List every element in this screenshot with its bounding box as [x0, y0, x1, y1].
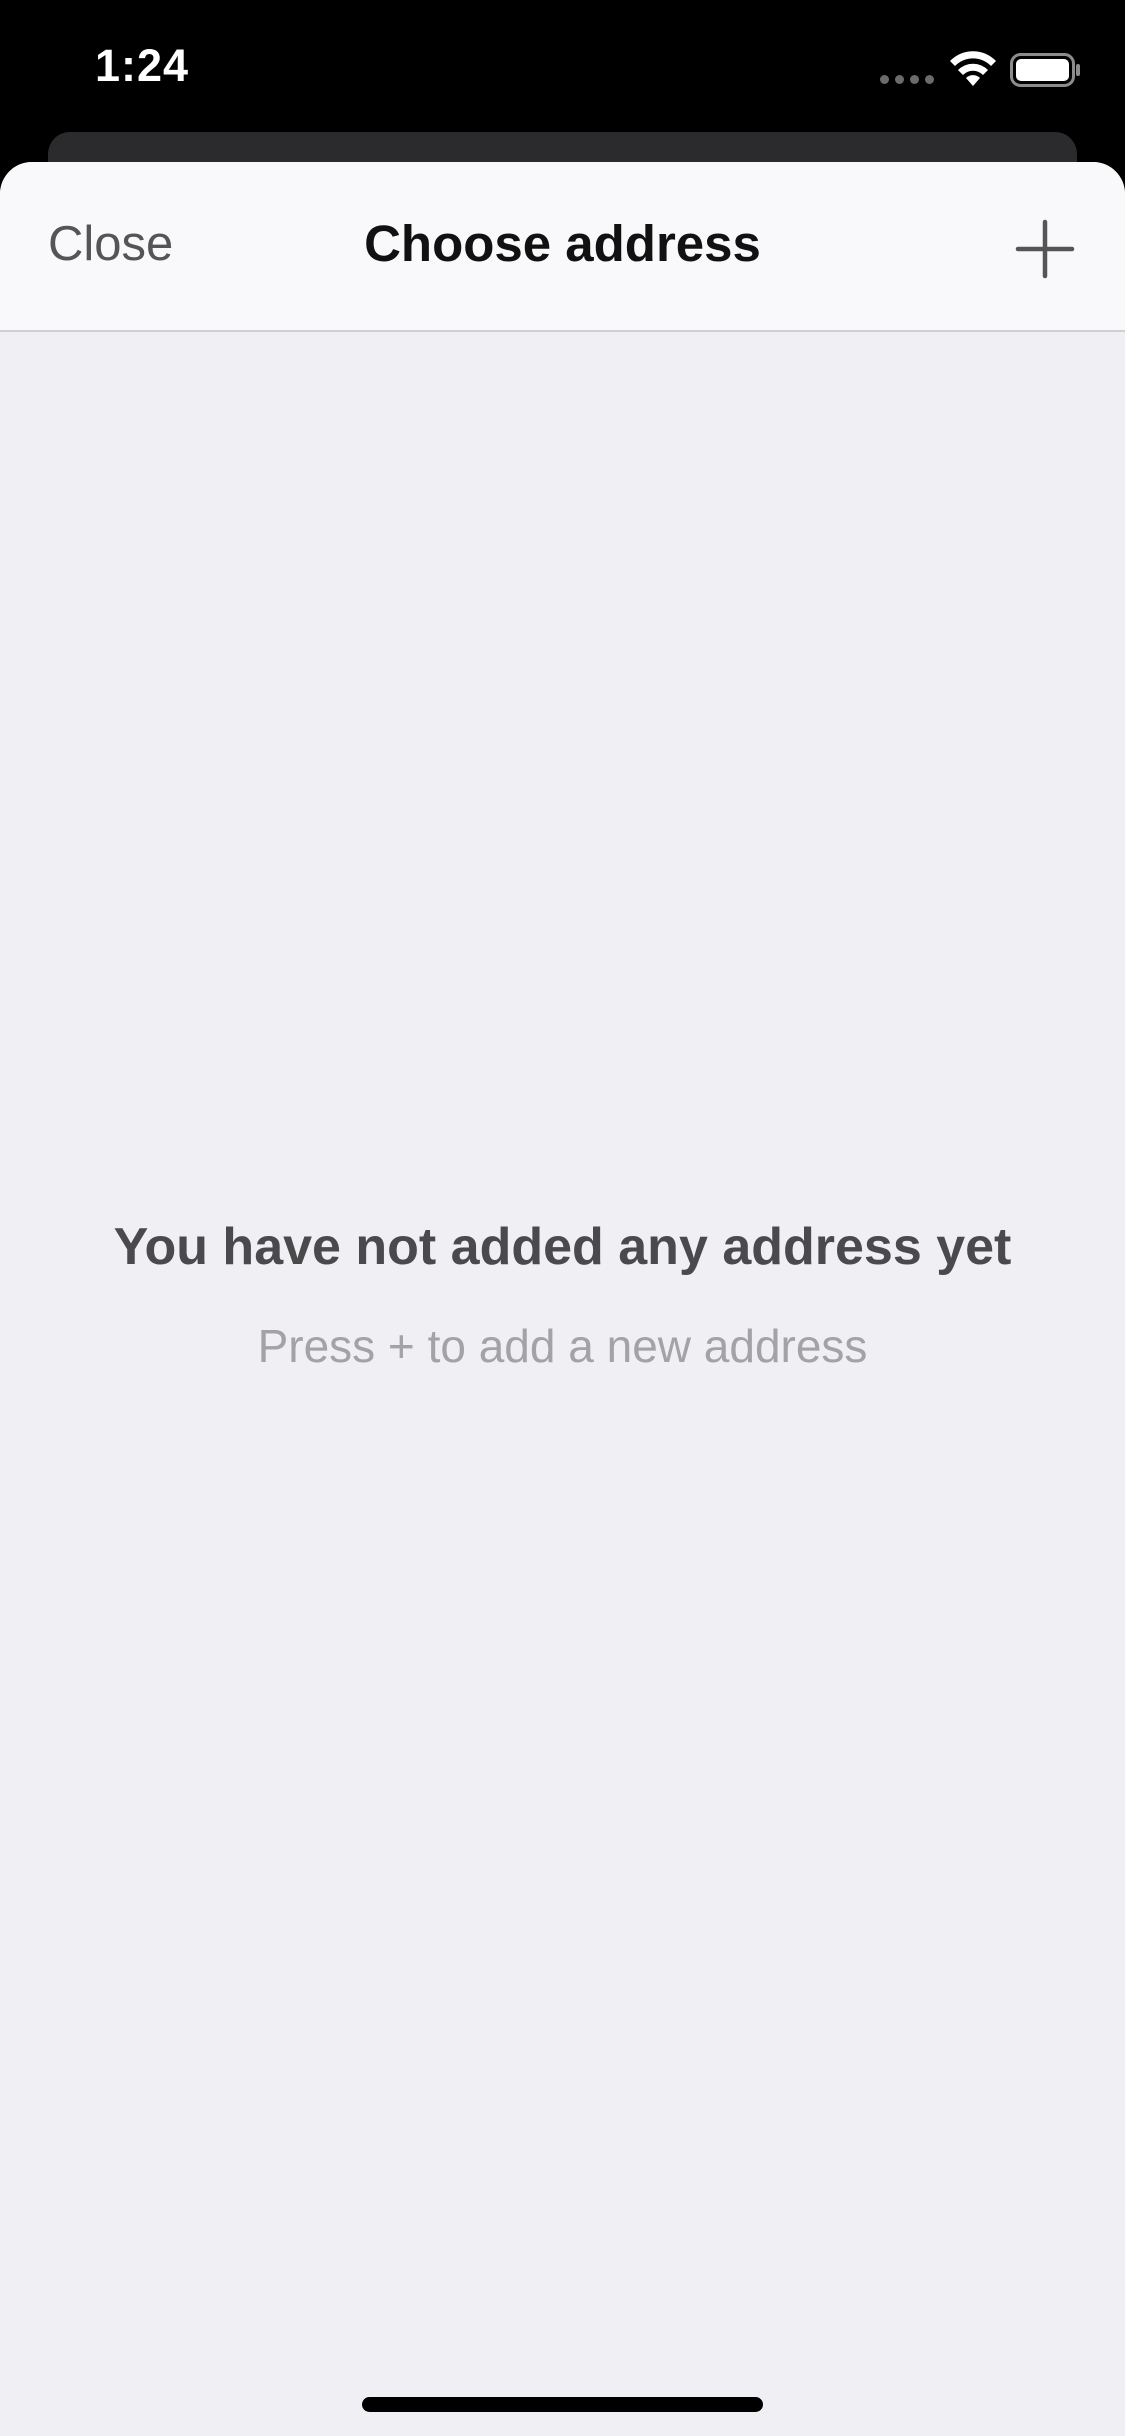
page-title: Choose address: [364, 215, 761, 272]
address-sheet: Close Choose address You have not added …: [0, 162, 1125, 2436]
battery-icon: [1010, 53, 1080, 87]
empty-state: You have not added any address yet Press…: [0, 1217, 1125, 1373]
wifi-icon: [950, 51, 996, 86]
status-time: 1:24: [95, 40, 190, 91]
screen: 1:24 Close Choose address You have not a…: [0, 0, 1125, 2436]
nav-bar: Close Choose address: [0, 162, 1125, 332]
empty-state-subtitle: Press + to add a new address: [257, 1320, 868, 1372]
plus-icon[interactable]: [1012, 216, 1078, 282]
home-indicator[interactable]: [362, 2397, 763, 2412]
signal-dots-icon: [880, 75, 934, 85]
empty-state-title: You have not added any address yet: [113, 1218, 1012, 1276]
status-bar: 1:24: [0, 0, 1125, 135]
